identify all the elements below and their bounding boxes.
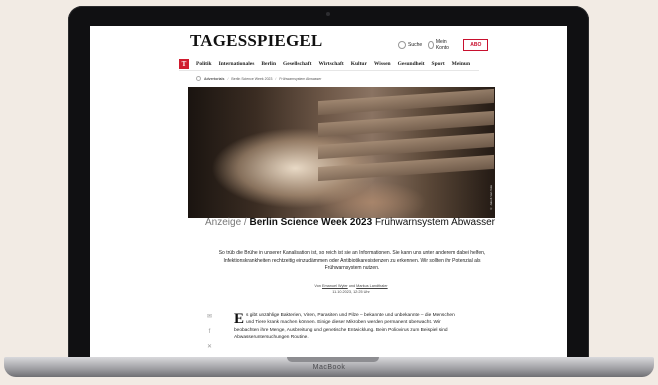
tagesspiegel-badge[interactable]: T <box>179 59 189 69</box>
account-label: Mein Konto <box>435 39 449 51</box>
abo-button[interactable]: ABO <box>463 39 489 51</box>
site-logo[interactable]: TAGESSPIEGEL <box>190 31 322 51</box>
kicker: Anzeige <box>205 217 242 228</box>
breadcrumb-item[interactable]: Advertorials <box>204 77 224 81</box>
byline-prefix: Von <box>314 284 321 288</box>
author-link[interactable]: Markus Landthaler <box>356 284 387 288</box>
hero-image: © Jakob Van Vole <box>188 87 495 218</box>
search-icon <box>398 41 406 49</box>
home-icon[interactable] <box>196 76 201 81</box>
nav-item-gesundheit[interactable]: Gesundheit <box>398 61 425 67</box>
share-column: ✉ f ✕ <box>206 314 213 350</box>
article-lead: So trüb die Brühe in unserer Kanalisatio… <box>218 250 486 271</box>
headline-title: Frühwarnsystem Abwasser <box>374 217 495 228</box>
breadcrumb: Advertorials / Berlin Science Week 2023 … <box>196 76 321 81</box>
article-headline: Anzeige / Berlin Science Week 2023 Frühw… <box>200 216 500 229</box>
nav-item-sport[interactable]: Sport <box>432 61 445 67</box>
laptop-base: MacBook <box>4 357 654 377</box>
breadcrumb-separator: / <box>227 76 229 81</box>
search-link[interactable]: Suche <box>398 41 422 49</box>
byline: Von Emanuel Wyler und Markus Landthaler … <box>258 284 444 295</box>
headline-highlight: Berlin Science Week 2023 <box>249 217 373 228</box>
byline-and: und <box>348 284 356 288</box>
wood-plank <box>318 154 494 182</box>
camera-dot <box>326 12 330 16</box>
breadcrumb-separator: / <box>275 76 277 81</box>
base-notch <box>287 357 379 362</box>
wood-plank <box>318 88 494 116</box>
facebook-share-icon[interactable]: f <box>206 329 213 335</box>
nav-item-gesellschaft[interactable]: Gesellschaft <box>283 61 311 67</box>
search-label: Suche <box>408 42 423 48</box>
photo-credit: © Jakob Van Vole <box>489 184 493 210</box>
header-actions: Suche Mein Konto ABO <box>398 39 489 51</box>
body-paragraph: s gibt unzählige Bakterien, Viren, Paras… <box>234 313 455 341</box>
nav-item-internationales[interactable]: Internationales <box>219 61 255 67</box>
mail-share-icon[interactable]: ✉ <box>206 314 213 320</box>
kicker-separator: / <box>243 217 247 228</box>
x-share-icon[interactable]: ✕ <box>206 344 213 350</box>
article-date: 11.10.2023, 12:25 Uhr <box>332 289 370 294</box>
device-label: MacBook <box>312 364 346 371</box>
wood-plank <box>318 132 494 160</box>
author-link[interactable]: Emanuel Wyler <box>322 284 348 288</box>
dropcap: E <box>234 311 245 327</box>
nav-item-wirtschaft[interactable]: Wirtschaft <box>318 61 343 67</box>
breadcrumb-item[interactable]: Berlin Science Week 2023 <box>231 77 272 81</box>
nav-item-politik[interactable]: Politik <box>196 61 212 67</box>
breadcrumb-item: Frühwarnsystem Abwasser <box>279 76 322 81</box>
nav-item-kultur[interactable]: Kultur <box>351 61 367 67</box>
wood-plank <box>318 110 494 138</box>
article-body: Es gibt unzählige Bakterien, Viren, Para… <box>234 312 464 342</box>
nav-item-meinung[interactable]: Meinun <box>452 61 470 67</box>
account-link[interactable]: Mein Konto <box>428 39 451 51</box>
main-nav: T Politik Internationales Berlin Gesells… <box>179 58 479 71</box>
nav-item-wissen[interactable]: Wissen <box>374 61 391 67</box>
nav-item-berlin[interactable]: Berlin <box>261 61 276 67</box>
user-icon <box>428 41 434 49</box>
